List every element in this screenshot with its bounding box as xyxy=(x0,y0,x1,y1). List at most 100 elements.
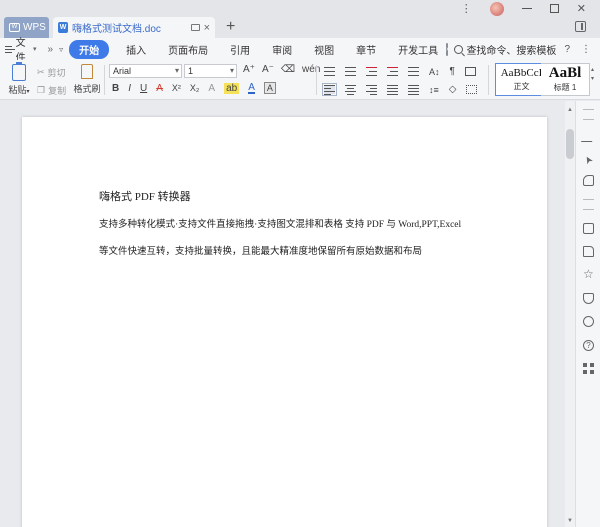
underline-button[interactable]: U xyxy=(140,83,147,94)
scissors-icon: ✂ xyxy=(37,67,45,77)
distributed-icon[interactable] xyxy=(408,85,419,95)
font-size-select[interactable]: 1 xyxy=(184,64,237,78)
strikethrough-button[interactable]: A xyxy=(156,83,163,94)
sort-icon[interactable]: A↕ xyxy=(429,67,440,77)
cut-button[interactable]: ✂ 剪切 xyxy=(37,66,66,79)
help-icon[interactable]: ? xyxy=(564,44,570,55)
apps-grid-icon[interactable] xyxy=(583,363,594,374)
command-search[interactable]: 查找命令、搜索模板 xyxy=(454,42,556,57)
style-normal-name: 正文 xyxy=(513,82,530,91)
more-options-icon[interactable]: ⋮ xyxy=(461,2,472,15)
shapes-icon[interactable] xyxy=(583,175,594,186)
new-tab-button[interactable]: + xyxy=(226,17,235,37)
tab-section[interactable]: 章节 xyxy=(345,42,387,57)
font-color-button[interactable]: A xyxy=(248,82,255,94)
document-page[interactable]: 嗨格式 PDF 转换器 支持多种转化模式·支持文件直接拖拽·支持图文混排和表格 … xyxy=(22,117,547,527)
close-tab-icon[interactable]: × xyxy=(204,22,210,34)
panel-collapse-icon[interactable] xyxy=(583,109,594,120)
menu-scroll-right-icon[interactable]: › xyxy=(446,42,449,56)
shield-icon[interactable] xyxy=(583,293,594,304)
paintbrush-icon xyxy=(81,64,93,79)
line-spacing-icon[interactable]: ↕≡ xyxy=(429,85,439,95)
document-area[interactable]: 嗨格式 PDF 转换器 支持多种转化模式·支持文件直接拖拽·支持图文混排和表格 … xyxy=(0,101,565,527)
menu-bar: 文件 ▾ » ▿ 开始 插入 页面布局 引用 审阅 视图 章节 开发工具 › 查… xyxy=(0,38,600,64)
tab-view[interactable]: 视图 xyxy=(303,42,345,57)
right-sidebar: ? xyxy=(575,101,600,527)
star-icon[interactable] xyxy=(583,269,594,280)
maximize-icon[interactable] xyxy=(549,4,559,13)
tab-developer[interactable]: 开发工具 xyxy=(387,42,444,57)
chevron-down-icon: ▾ xyxy=(26,89,30,95)
pen-icon[interactable] xyxy=(580,131,597,142)
document-icon[interactable] xyxy=(583,246,594,257)
increase-indent-icon[interactable] xyxy=(387,67,398,76)
bold-button[interactable]: B xyxy=(112,83,119,94)
wps-tab-label: WPS xyxy=(23,22,46,33)
scroll-up-icon[interactable]: ▲ xyxy=(567,107,573,113)
chinese-layout-icon[interactable] xyxy=(408,67,419,76)
monitor-icon[interactable] xyxy=(190,24,200,31)
word-doc-icon: W xyxy=(58,22,68,33)
borders-icon[interactable] xyxy=(466,85,478,94)
format-painter-button[interactable]: 格式刷 xyxy=(73,64,101,95)
align-right-icon[interactable] xyxy=(366,85,377,95)
shading-icon[interactable]: ◇ xyxy=(449,84,457,95)
align-center-icon[interactable] xyxy=(345,85,356,95)
text-effect-icon[interactable]: A xyxy=(208,83,215,94)
copy-button[interactable]: ❐ 复制 xyxy=(37,84,66,97)
tab-insert[interactable]: 插入 xyxy=(115,42,157,57)
tab-review[interactable]: 审阅 xyxy=(261,42,303,57)
font-name-select[interactable]: Arial xyxy=(109,64,182,78)
clear-format-icon[interactable]: ⌫ xyxy=(281,64,295,75)
styles-scroll-icon[interactable]: ▴ ▾ xyxy=(591,66,594,84)
bullets-icon[interactable] xyxy=(324,67,335,76)
minimize-icon[interactable] xyxy=(521,8,532,9)
close-window-icon[interactable]: ✕ xyxy=(577,2,586,15)
document-tab[interactable]: W 嗨格式测试文档.doc × xyxy=(53,17,215,38)
vertical-scrollbar[interactable]: ▲ ▼ xyxy=(565,101,575,527)
highlight-icon[interactable]: ab xyxy=(224,82,240,94)
window-controls: ⋮ ✕ xyxy=(461,0,600,17)
phonetic-icon[interactable]: wén xyxy=(302,64,320,75)
align-left-icon[interactable] xyxy=(322,83,337,96)
print-icon[interactable] xyxy=(583,223,594,234)
subscript-button[interactable]: X₂ xyxy=(190,83,200,93)
italic-button[interactable]: I xyxy=(128,83,131,94)
show-marks-icon[interactable]: ¶ xyxy=(450,66,455,77)
help-circle-icon[interactable]: ? xyxy=(583,340,594,351)
ribbon-toolbar: 粘贴▾ ✂ 剪切 ❐ 复制 格式刷 Arial 1 A⁺ A⁻ ⌫ wén B … xyxy=(0,60,600,100)
shrink-font-button[interactable]: A⁻ xyxy=(262,64,274,75)
menu-scroll-left[interactable]: » xyxy=(42,44,60,55)
format-painter-label: 格式刷 xyxy=(73,84,101,94)
sidebar-toggle-icon[interactable] xyxy=(575,21,586,32)
tab-references[interactable]: 引用 xyxy=(219,42,261,57)
style-heading1[interactable]: AaBl 标题 1 xyxy=(541,63,590,96)
title-bar: W WPS W 嗨格式测试文档.doc × + ⋮ ✕ xyxy=(0,0,600,38)
doc-line-2[interactable]: 支持多种转化模式·支持文件直接拖拽·支持图文混排和表格 支持 PDF 与 Wor… xyxy=(99,216,461,230)
paste-label: 粘贴 xyxy=(8,85,27,95)
quick-access-dropdown-icon[interactable]: ▿ xyxy=(59,45,67,54)
doc-line-3[interactable]: 等文件快速互转，支持批量转换，且能最大精准度地保留所有原始数据和布局 xyxy=(99,243,422,257)
doc-line-1[interactable]: 嗨格式 PDF 转换器 xyxy=(99,188,191,204)
wps-logo-icon: W xyxy=(9,23,20,32)
scroll-down-icon[interactable]: ▼ xyxy=(567,518,573,524)
table-grid-icon[interactable] xyxy=(464,67,476,76)
decrease-indent-icon[interactable] xyxy=(366,67,377,76)
document-tab-label: 嗨格式测试文档.doc xyxy=(72,24,161,35)
search-icon xyxy=(454,44,464,54)
justify-icon[interactable] xyxy=(387,85,398,95)
chevron-down-icon: ▾ xyxy=(33,46,37,53)
char-shading-button[interactable]: A xyxy=(263,82,276,94)
numbering-icon[interactable] xyxy=(345,67,356,76)
grow-font-button[interactable]: A⁺ xyxy=(243,64,255,75)
tab-home[interactable]: 开始 xyxy=(69,39,110,59)
tab-page-layout[interactable]: 页面布局 xyxy=(157,42,219,57)
superscript-button[interactable]: X² xyxy=(172,83,181,93)
more-icon[interactable]: ⋮ xyxy=(581,44,591,55)
avatar[interactable] xyxy=(489,1,504,16)
outline-icon[interactable] xyxy=(583,199,594,210)
scroll-thumb[interactable] xyxy=(566,129,574,159)
select-cursor-icon[interactable] xyxy=(583,153,594,164)
history-icon[interactable] xyxy=(583,316,594,327)
paste-button[interactable]: 粘贴▾ xyxy=(7,62,31,96)
